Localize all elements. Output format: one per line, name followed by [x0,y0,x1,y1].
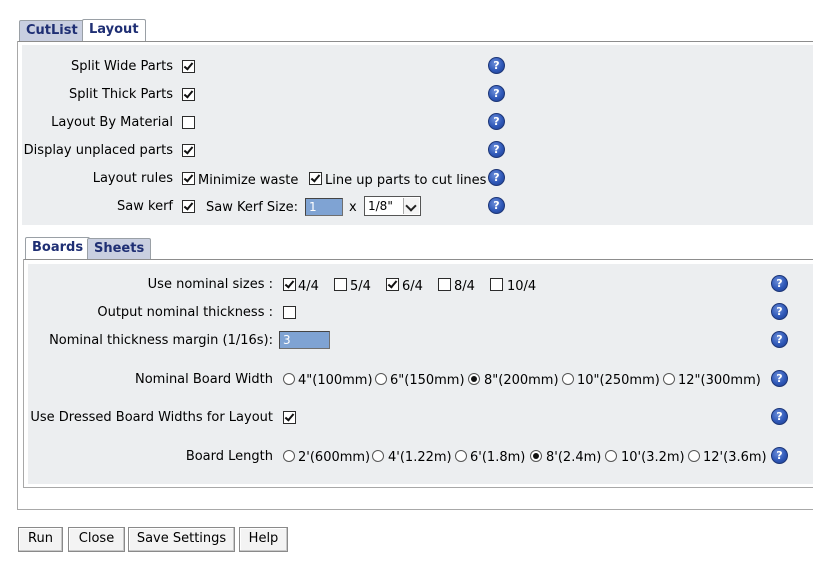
boards-panel-border-bottom [23,487,813,488]
saw-kerf-unit-value: 1/8" [368,199,393,213]
help-icon[interactable]: ? [488,113,505,130]
split-wide-parts-label: Split Wide Parts [71,59,173,74]
help-icon[interactable]: ? [488,141,505,158]
saw-kerf-label: Saw kerf [117,199,173,214]
board-width-6-radio[interactable] [375,373,387,385]
help-button[interactable]: Help [239,527,288,552]
board-length-8-radio[interactable] [530,450,542,462]
board-length-2-label: 2'(600mm) [298,450,371,465]
nominal-size-5-4-checkbox[interactable] [334,278,347,291]
nominal-thickness-margin-label: Nominal thickness margin (1/16s): [49,333,273,348]
saw-kerf-unit-select[interactable]: 1/8" [364,196,421,216]
layout-by-material-label: Layout By Material [51,115,173,130]
split-thick-parts-checkbox[interactable] [182,88,195,101]
help-icon[interactable]: ? [488,197,505,214]
boards-panel-border-left [23,259,24,487]
saw-kerf-times-label: x [349,200,357,215]
display-unplaced-parts-checkbox[interactable] [182,144,195,157]
close-button[interactable]: Close [68,527,125,552]
board-length-6-radio[interactable] [455,450,467,462]
nominal-size-5-4-label: 5/4 [350,279,371,294]
help-icon[interactable]: ? [771,303,788,320]
nominal-size-10-4-label: 10/4 [507,279,537,294]
line-up-parts-label: Line up parts to cut lines [325,173,487,188]
board-width-10-radio[interactable] [562,373,574,385]
board-width-12-radio[interactable] [663,373,675,385]
boards-panel-border [24,259,813,260]
line-up-parts-checkbox[interactable] [309,172,322,185]
help-icon[interactable]: ? [771,331,788,348]
chevron-down-icon[interactable] [403,198,419,214]
minimize-waste-label: Minimize waste [198,173,299,188]
board-length-2-radio[interactable] [283,450,295,462]
nominal-thickness-margin-input[interactable]: 3 [279,331,330,349]
board-length-4-label: 4'(1.22m) [388,450,452,465]
layout-rules-label: Layout rules [92,171,173,186]
outer-panel-border-bottom [17,509,813,510]
nominal-size-8-4-label: 8/4 [454,279,475,294]
nominal-size-10-4-checkbox[interactable] [490,278,503,291]
saw-kerf-size-label: Saw Kerf Size: [206,200,298,215]
display-unplaced-parts-label: Display unplaced parts [23,143,173,158]
nominal-size-4-4-checkbox[interactable] [283,278,296,291]
use-dressed-widths-label: Use Dressed Board Widths for Layout [30,410,273,425]
tab-layout[interactable]: Layout [82,19,146,42]
help-icon[interactable]: ? [771,447,788,464]
board-length-10-label: 10'(3.2m) [621,450,685,465]
saw-kerf-checkbox[interactable] [182,200,195,213]
tab-cutlist[interactable]: CutList [19,20,85,41]
use-dressed-widths-checkbox[interactable] [283,411,296,424]
board-width-12-label: 12"(300mm) [678,373,761,388]
split-wide-parts-checkbox[interactable] [182,60,195,73]
board-width-4-radio[interactable] [283,373,295,385]
help-icon[interactable]: ? [488,57,505,74]
nominal-size-4-4-label: 4/4 [298,279,319,294]
help-icon[interactable]: ? [771,408,788,425]
run-button[interactable]: Run [18,527,63,552]
board-width-8-label: 8"(200mm) [484,373,559,388]
board-length-4-radio[interactable] [372,450,384,462]
help-icon[interactable]: ? [771,370,788,387]
board-length-label: Board Length [185,449,273,464]
output-nominal-thickness-checkbox[interactable] [283,306,296,319]
help-icon[interactable]: ? [488,169,505,186]
output-nominal-thickness-label: Output nominal thickness : [97,305,273,320]
saw-kerf-size-input[interactable]: 1 [305,198,343,216]
board-length-10-radio[interactable] [605,450,617,462]
layout-by-material-checkbox[interactable] [182,116,195,129]
minimize-waste-checkbox[interactable] [182,172,195,185]
tab-sheets[interactable]: Sheets [87,238,152,259]
help-icon[interactable]: ? [488,85,505,102]
help-icon[interactable]: ? [771,275,788,292]
outer-panel-border-left [17,41,18,509]
board-width-6-label: 6"(150mm) [390,373,465,388]
board-length-6-label: 6'(1.8m) [470,450,526,465]
nominal-size-6-4-label: 6/4 [402,279,423,294]
nominal-size-8-4-checkbox[interactable] [438,278,451,291]
nominal-board-width-label: Nominal Board Width [134,372,273,387]
nominal-size-6-4-checkbox[interactable] [386,278,399,291]
board-length-8-label: 8'(2.4m) [546,450,602,465]
board-width-8-radio[interactable] [468,373,480,385]
use-nominal-sizes-label: Use nominal sizes : [147,277,273,292]
board-width-10-label: 10"(250mm) [577,373,660,388]
board-width-4-label: 4"(100mm) [298,373,373,388]
tab-boards[interactable]: Boards [25,237,91,260]
save-settings-button[interactable]: Save Settings [128,527,235,552]
board-length-12-label: 12'(3.6m) [703,450,767,465]
split-thick-parts-label: Split Thick Parts [69,87,173,102]
outer-panel-border [18,41,813,42]
board-length-12-radio[interactable] [688,450,700,462]
